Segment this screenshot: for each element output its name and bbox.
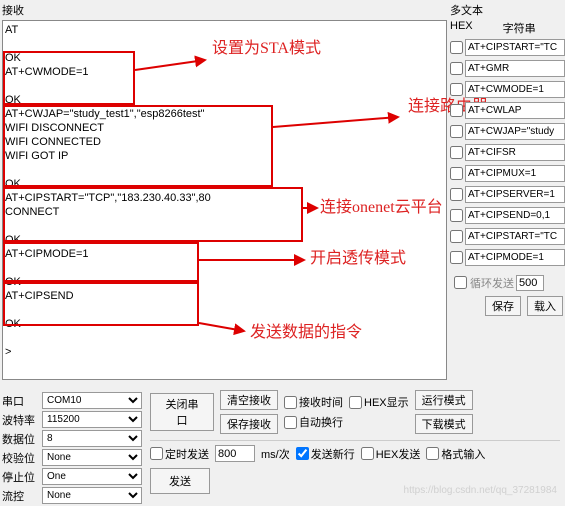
multi-cmd-input[interactable] bbox=[465, 144, 565, 161]
baud-select[interactable]: 115200 bbox=[42, 411, 142, 428]
recv-time-label: 接收时间 bbox=[299, 394, 343, 410]
hex-send-label: HEX发送 bbox=[376, 446, 421, 462]
close-port-button[interactable]: 关闭串口 bbox=[150, 393, 214, 431]
terminal[interactable]: AT OK AT+CWMODE=1 OK AT+CWJAP="study_tes… bbox=[2, 20, 447, 380]
port-label: 串口 bbox=[2, 393, 42, 409]
hex-col: HEX bbox=[450, 20, 473, 36]
multi-cmd-input[interactable] bbox=[465, 102, 565, 119]
multi-columns: HEX 字符串 bbox=[450, 20, 565, 36]
multi-cmd-input[interactable] bbox=[465, 39, 565, 56]
multi-hex-checkbox[interactable] bbox=[450, 251, 463, 264]
flow-select[interactable]: None bbox=[42, 487, 142, 504]
ms-unit-label: ms/次 bbox=[261, 446, 290, 462]
multi-cmd-input[interactable] bbox=[465, 249, 565, 266]
timed-value-input[interactable] bbox=[215, 445, 255, 462]
multi-title: 多文本 bbox=[450, 2, 565, 18]
multi-cmd-input[interactable] bbox=[465, 60, 565, 77]
port-select[interactable]: COM10 bbox=[42, 392, 142, 409]
download-mode-button[interactable]: 下载模式 bbox=[415, 414, 473, 434]
autowrap-checkbox[interactable] bbox=[284, 416, 297, 429]
multi-cmd-input[interactable] bbox=[465, 165, 565, 182]
multi-hex-checkbox[interactable] bbox=[450, 230, 463, 243]
send-button[interactable]: 发送 bbox=[150, 468, 210, 494]
run-mode-button[interactable]: 运行模式 bbox=[415, 390, 473, 410]
fmt-input-label: 格式输入 bbox=[441, 446, 485, 462]
hex-send-checkbox[interactable] bbox=[361, 447, 374, 460]
databits-label: 数据位 bbox=[2, 431, 42, 447]
recv-time-checkbox[interactable] bbox=[284, 396, 297, 409]
multi-cmd-input[interactable] bbox=[465, 207, 565, 224]
loop-interval-input[interactable] bbox=[516, 275, 544, 291]
serial-settings: 串口COM10 波特率115200 数据位8 校验位None 停止位One 流控… bbox=[2, 390, 142, 506]
multi-hex-checkbox[interactable] bbox=[450, 104, 463, 117]
multi-hex-checkbox[interactable] bbox=[450, 62, 463, 75]
multi-cmd-input[interactable] bbox=[465, 228, 565, 245]
send-newline-checkbox[interactable] bbox=[296, 447, 309, 460]
fmt-input-checkbox[interactable] bbox=[426, 447, 439, 460]
timed-send-label: 定时发送 bbox=[165, 446, 209, 462]
flow-label: 流控 bbox=[2, 488, 42, 504]
multi-cmd-input[interactable] bbox=[465, 123, 565, 140]
stopbits-label: 停止位 bbox=[2, 469, 42, 485]
multi-hex-checkbox[interactable] bbox=[450, 125, 463, 138]
stopbits-select[interactable]: One bbox=[42, 468, 142, 485]
divider bbox=[150, 440, 560, 441]
loop-send-checkbox[interactable] bbox=[454, 276, 467, 289]
databits-select[interactable]: 8 bbox=[42, 430, 142, 447]
baud-label: 波特率 bbox=[2, 412, 42, 428]
watermark: https://blog.csdn.net/qq_37281984 bbox=[404, 485, 557, 496]
terminal-text: AT OK AT+CWMODE=1 OK AT+CWJAP="study_tes… bbox=[5, 23, 444, 359]
load-button[interactable]: 载入 bbox=[527, 296, 563, 316]
multi-hex-checkbox[interactable] bbox=[450, 167, 463, 180]
loop-send-label: 循环发送 bbox=[470, 275, 514, 291]
str-col: 字符串 bbox=[503, 20, 536, 36]
multi-hex-checkbox[interactable] bbox=[450, 146, 463, 159]
recv-title: 接收 bbox=[2, 2, 447, 18]
multi-hex-checkbox[interactable] bbox=[450, 209, 463, 222]
multi-hex-checkbox[interactable] bbox=[450, 41, 463, 54]
multi-cmd-input[interactable] bbox=[465, 81, 565, 98]
multi-hex-checkbox[interactable] bbox=[450, 83, 463, 96]
parity-select[interactable]: None bbox=[42, 449, 142, 466]
send-newline-label: 发送新行 bbox=[311, 446, 355, 462]
save-recv-button[interactable]: 保存接收 bbox=[220, 414, 278, 434]
parity-label: 校验位 bbox=[2, 450, 42, 466]
multi-cmd-input[interactable] bbox=[465, 186, 565, 203]
timed-send-checkbox[interactable] bbox=[150, 447, 163, 460]
autowrap-label: 自动换行 bbox=[299, 414, 343, 430]
hex-disp-label: HEX显示 bbox=[364, 394, 409, 410]
multi-hex-checkbox[interactable] bbox=[450, 188, 463, 201]
clear-recv-button[interactable]: 清空接收 bbox=[220, 390, 278, 410]
hex-disp-checkbox[interactable] bbox=[349, 396, 362, 409]
save-button[interactable]: 保存 bbox=[485, 296, 521, 316]
